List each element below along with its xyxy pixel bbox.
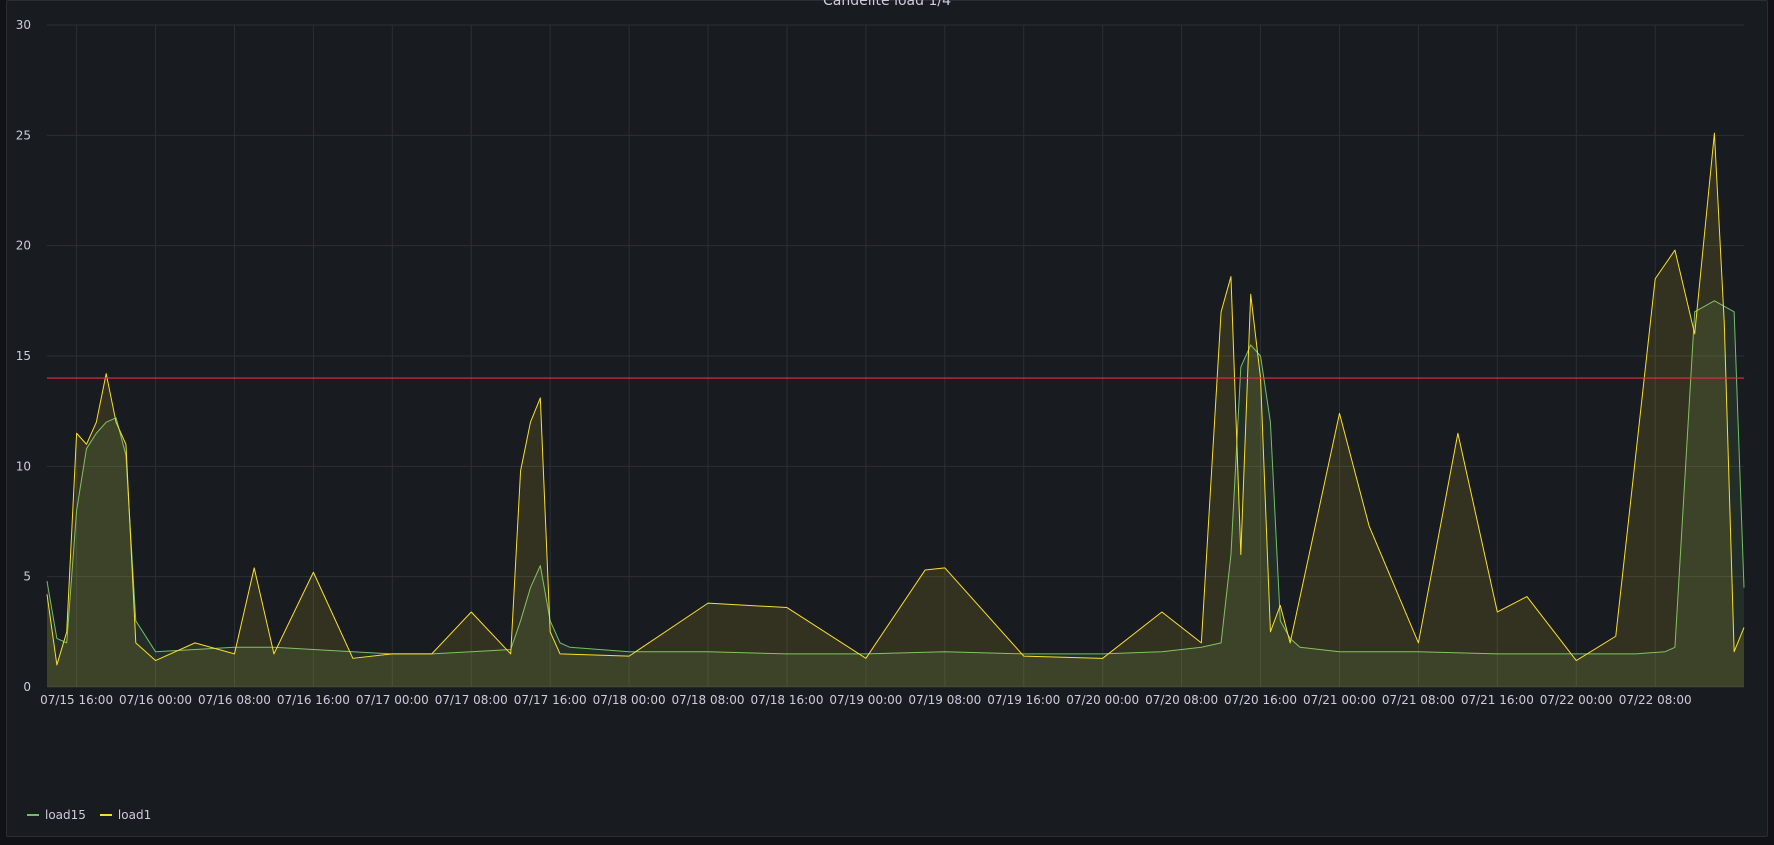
x-tick-label-2: 07/16 08:00 [198, 693, 271, 707]
x-tick-label-11: 07/19 08:00 [908, 693, 981, 707]
y-tick-label-4: 20 [16, 239, 31, 253]
x-tick-label-10: 07/19 00:00 [829, 693, 902, 707]
x-tick-label-18: 07/21 16:00 [1461, 693, 1534, 707]
x-tick-label-3: 07/16 16:00 [277, 693, 350, 707]
chart-panel: Candelite load 1/4 0 5 10 15 20 25 30 07/15 16:… [6, 0, 1768, 837]
time-series-chart[interactable]: 0 5 10 15 20 25 30 07/15 16:00 07/16 00:00 07/16 … [7, 1, 1769, 838]
y-tick-label-5: 25 [16, 128, 31, 142]
x-tick-label-17: 07/21 08:00 [1382, 693, 1455, 707]
legend-swatch-load1 [99, 814, 112, 816]
y-tick-label-1: 5 [23, 570, 31, 584]
x-tick-label-5: 07/17 08:00 [435, 693, 508, 707]
x-tick-label-13: 07/20 00:00 [1066, 693, 1139, 707]
x-tick-label-8: 07/18 08:00 [672, 693, 745, 707]
series-area-load1 [47, 133, 1744, 688]
x-tick-label-19: 07/22 00:00 [1540, 693, 1613, 707]
legend-swatch-load15 [27, 814, 39, 816]
x-tick-label-0: 07/15 16:00 [40, 693, 113, 707]
y-tick-label-0: 0 [23, 680, 31, 694]
legend: load15 load1 [27, 808, 151, 822]
x-tick-label-12: 07/19 16:00 [987, 693, 1060, 707]
x-tick-label-1: 07/16 00:00 [119, 693, 192, 707]
x-tick-label-15: 07/20 16:00 [1224, 693, 1297, 707]
legend-item-load15[interactable]: load15 [27, 808, 86, 822]
x-tick-label-16: 07/21 00:00 [1303, 693, 1376, 707]
y-tick-label-3: 15 [16, 349, 31, 363]
legend-label-load1: load1 [117, 808, 152, 822]
x-tick-label-20: 07/22 08:00 [1619, 693, 1692, 707]
legend-label-load15: load15 [45, 808, 86, 822]
x-tick-label-14: 07/20 08:00 [1145, 693, 1218, 707]
x-tick-label-9: 07/18 16:00 [750, 693, 823, 707]
x-tick-label-7: 07/18 00:00 [593, 693, 666, 707]
y-tick-label-2: 10 [16, 459, 31, 473]
x-tick-label-4: 07/17 00:00 [356, 693, 429, 707]
y-tick-label-6: 30 [16, 18, 31, 32]
legend-item-load1[interactable]: load1 [99, 808, 152, 822]
x-tick-label-6: 07/17 16:00 [514, 693, 587, 707]
